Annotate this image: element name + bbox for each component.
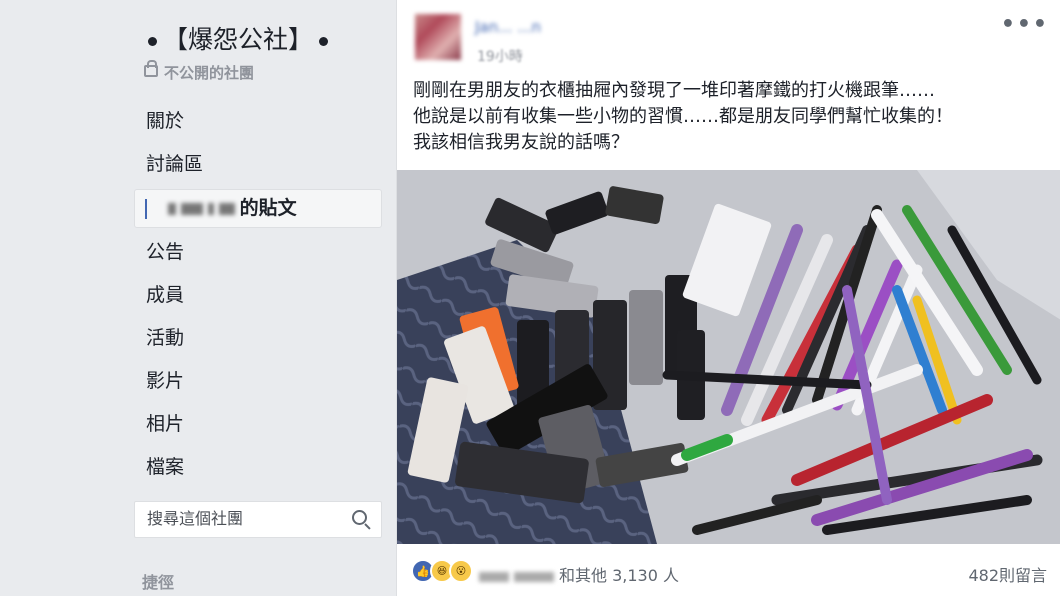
post-photo[interactable] xyxy=(397,170,1060,544)
post-text-line: 剛剛在男朋友的衣櫃抽屜內發現了一堆印著摩鐵的打火機跟筆…… xyxy=(413,80,935,101)
post-card: Jan... ...n 19小時 ••• 剛剛在男朋友的衣櫃抽屜內發現了一堆印著… xyxy=(396,0,1060,596)
search-icon[interactable] xyxy=(352,510,367,525)
nav-item-about[interactable]: 關於 xyxy=(134,100,382,143)
nav-item-members[interactable]: 成員 xyxy=(134,274,382,317)
group-sidebar: 【爆怨公社】 不公開的社團 關於 討論區 的貼文 公告 成員 活動 影片 相片 … xyxy=(0,0,396,596)
post-text-line: 我該相信我男友說的話嗎？ xyxy=(413,132,629,153)
group-name[interactable]: 【爆怨公社】 xyxy=(163,25,313,54)
privacy-label: 不公開的社團 xyxy=(164,64,255,82)
blurred-name xyxy=(167,202,176,215)
group-privacy: 不公開的社團 xyxy=(144,60,255,83)
author-name[interactable]: Jan... ...n xyxy=(475,18,541,36)
lighters-and-pens-photo xyxy=(397,170,1060,544)
nav-item-discussion[interactable]: 討論區 xyxy=(134,143,382,186)
wow-icon: 😮 xyxy=(449,559,473,583)
nav-item-videos[interactable]: 影片 xyxy=(134,360,382,403)
post-text: 剛剛在男朋友的衣櫃抽屜內發現了一堆印著摩鐵的打火機跟筆…… 他說是以前有收集一些… xyxy=(413,78,1053,156)
bullet-icon xyxy=(148,36,157,46)
more-options-icon[interactable]: ••• xyxy=(1001,12,1049,37)
comments-count[interactable]: 482則留言 xyxy=(968,562,1047,586)
group-title[interactable]: 【爆怨公社】 xyxy=(142,20,334,56)
nav-item-photos[interactable]: 相片 xyxy=(134,403,382,446)
group-search xyxy=(134,501,382,538)
nav-item-events[interactable]: 活動 xyxy=(134,317,382,360)
nav-item-member-posts[interactable]: 的貼文 xyxy=(134,189,382,228)
avatar[interactable] xyxy=(415,14,461,60)
reactions-summary[interactable]: 和其他 3,130 人 xyxy=(479,562,679,586)
post-text-line: 他說是以前有收集一些小物的習慣……都是朋友同學們幫忙收集的！ xyxy=(413,106,953,127)
lock-icon xyxy=(144,60,158,77)
post-timestamp[interactable]: 19小時 xyxy=(477,46,523,66)
reaction-icons[interactable]: 👍 😆 😮 xyxy=(411,559,473,583)
search-input[interactable] xyxy=(135,502,337,535)
nav-item-announcements[interactable]: 公告 xyxy=(134,231,382,274)
bullet-icon xyxy=(319,36,329,46)
blurred-name xyxy=(479,571,509,582)
nav-item-files[interactable]: 檔案 xyxy=(134,446,382,489)
group-nav: 關於 討論區 的貼文 公告 成員 活動 影片 相片 檔案 xyxy=(134,100,382,489)
post-footer: 👍 😆 😮 和其他 3,130 人 482則留言 xyxy=(397,544,1060,596)
shortcuts-heading: 捷徑 xyxy=(142,573,175,592)
